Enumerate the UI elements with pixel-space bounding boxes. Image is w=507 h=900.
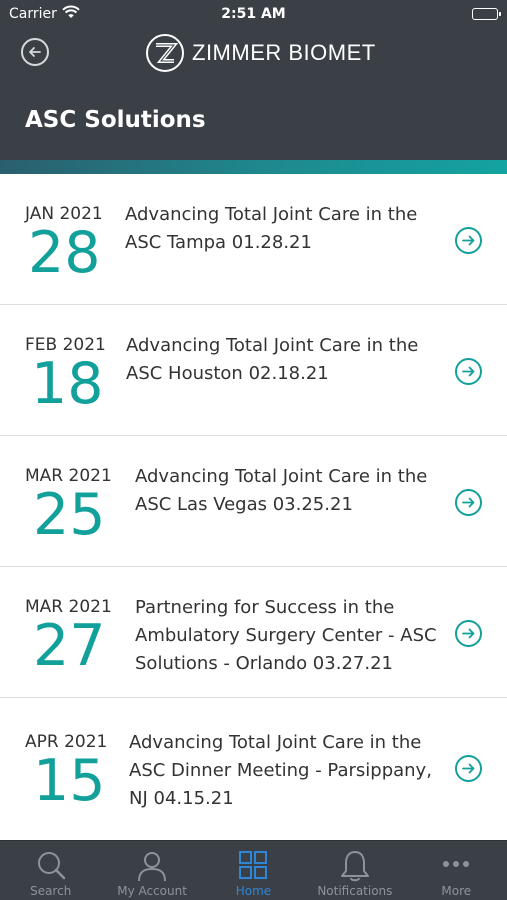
bell-icon: [338, 849, 372, 883]
event-title-line: ASC Dinner Meeting - Parsippany,: [129, 760, 432, 781]
event-day: 18: [31, 351, 104, 417]
grid-icon: [236, 849, 270, 883]
event-day: 25: [33, 482, 106, 548]
brand-logo: ZIMMER BIOMET: [146, 33, 376, 73]
status-bar: Carrier 2:51 AM: [0, 0, 507, 28]
event-title: Advancing Total Joint Care in the ASC Ta…: [125, 201, 417, 257]
search-icon: [34, 849, 68, 883]
event-row[interactable]: APR 2021 15 Advancing Total Joint Care i…: [0, 698, 507, 840]
tab-label: More: [441, 884, 472, 898]
tab-home[interactable]: Home: [203, 841, 304, 900]
event-row[interactable]: JAN 2021 28 Advancing Total Joint Care i…: [0, 174, 507, 305]
battery-icon: [472, 8, 501, 20]
tab-my-account[interactable]: My Account: [101, 841, 202, 900]
event-day: 28: [28, 220, 101, 286]
header-gradient-strip: [0, 160, 507, 174]
tab-label: Notifications: [317, 884, 393, 898]
tab-label: Home: [235, 884, 272, 898]
event-title-line: NJ 04.15.21: [129, 788, 234, 809]
event-title: Advancing Total Joint Care in the ASC La…: [135, 463, 427, 519]
clock: 2:51 AM: [221, 6, 286, 22]
event-list: JAN 2021 28 Advancing Total Joint Care i…: [0, 174, 507, 840]
event-title-line: ASC Tampa 01.28.21: [125, 232, 312, 253]
tab-bar: Search My Account Home Notifications Mor…: [0, 840, 507, 900]
arrow-right-circle-icon[interactable]: [455, 227, 482, 254]
event-title-line: Advancing Total Joint Care in the: [129, 732, 422, 753]
event-day: 27: [33, 613, 106, 679]
event-row[interactable]: FEB 2021 18 Advancing Total Joint Care i…: [0, 305, 507, 436]
event-title-line: Partnering for Success in the: [135, 597, 395, 618]
page-title: ASC Solutions: [25, 107, 206, 133]
tab-more[interactable]: More: [406, 841, 507, 900]
arrow-left-icon: [29, 47, 41, 57]
tab-label: My Account: [117, 884, 187, 898]
event-title: Advancing Total Joint Care in the ASC Ho…: [126, 332, 418, 388]
app-header: ZIMMER BIOMET ASC Solutions: [0, 28, 507, 160]
event-row[interactable]: MAR 2021 27 Partnering for Success in th…: [0, 567, 507, 698]
event-title-line: Solutions - Orlando 03.27.21: [135, 653, 393, 674]
tab-notifications[interactable]: Notifications: [304, 841, 405, 900]
arrow-right-circle-icon[interactable]: [455, 620, 482, 647]
more-icon: [439, 849, 473, 883]
user-icon: [135, 849, 169, 883]
arrow-right-circle-icon[interactable]: [455, 489, 482, 516]
event-title-line: Advancing Total Joint Care in the: [125, 204, 418, 225]
brand-name: ZIMMER BIOMET: [192, 40, 376, 65]
event-title-line: Advancing Total Joint Care in the: [135, 466, 428, 487]
event-title-line: ASC Las Vegas 03.25.21: [135, 494, 353, 515]
event-day: 15: [33, 748, 106, 814]
back-button[interactable]: [21, 38, 49, 66]
arrow-right-circle-icon[interactable]: [455, 358, 482, 385]
event-title-line: Advancing Total Joint Care in the: [126, 335, 419, 356]
event-title: Partnering for Success in the Ambulatory…: [135, 594, 437, 678]
event-row[interactable]: MAR 2021 25 Advancing Total Joint Care i…: [0, 436, 507, 567]
event-title-line: ASC Houston 02.18.21: [126, 363, 329, 384]
event-title: Advancing Total Joint Care in the ASC Di…: [129, 729, 432, 813]
tab-label: Search: [30, 884, 72, 898]
tab-search[interactable]: Search: [0, 841, 101, 900]
zimmer-logo-icon: [146, 34, 184, 72]
arrow-right-circle-icon[interactable]: [455, 755, 482, 782]
event-title-line: Ambulatory Surgery Center - ASC: [135, 625, 437, 646]
